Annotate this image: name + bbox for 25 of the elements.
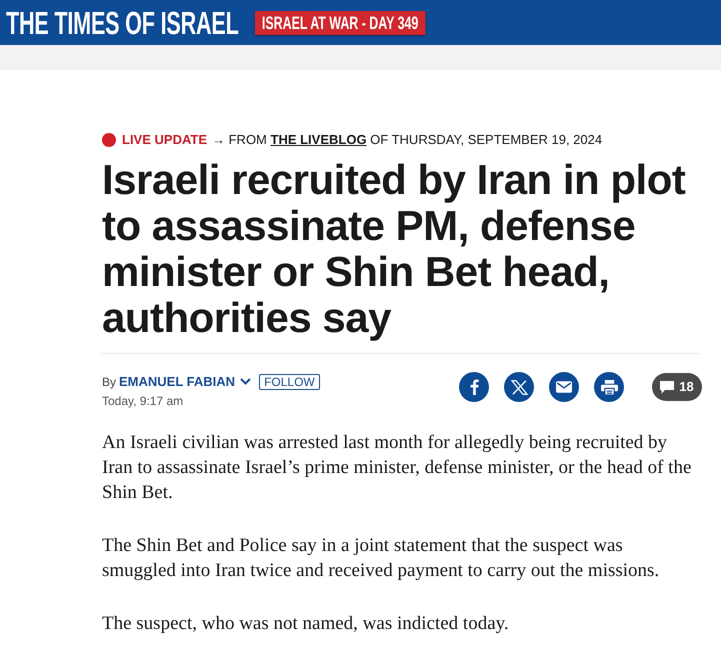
share-button[interactable] [594,372,624,402]
share-button[interactable] [459,372,489,402]
live-dot-icon [102,133,116,147]
letter-f-icon [470,379,478,395]
article-paragraph: The suspect, who was not named, was indicted today. [102,612,510,636]
liveblog-source: → FROM THE LIVEBLOG OF THURSDAY, SEPTEMBER 19, 2024 [212,131,602,150]
live-update-label: LIVE UPDATE [122,131,207,150]
site-logo[interactable]: THE TIMES OF ISRAEL [6,8,239,38]
article-paragraph: The Shin Bet and Police say in a joint statement that the suspect was smuggled into Iran twice and received payment to carry out the missions. [102,534,660,583]
article-headline: Israeli recruited by Iran in plot to assassinate PM, defense minister or Shin Bet head, authorities say [102,157,686,341]
liveblog-link[interactable]: THE LIVEBLOG [270,132,367,148]
share-button[interactable] [549,372,579,402]
printer-icon [600,380,618,394]
comments-button[interactable]: 18 [652,373,702,401]
publish-time: Today, 9:17 am [102,393,184,409]
follow-button[interactable]: FOLLOW [259,374,320,390]
byline-prefix: By [102,374,116,390]
x-letter-icon [510,380,528,394]
chevron-down-icon[interactable] [240,378,252,385]
speech-bubble-icon [660,380,674,394]
article-paragraph: An Israeli civilian was arrested last month for allegedly being recruited by Iran to assassinate Israel’s prime minister, defense minister, or the head of the Shin Bet. [102,431,692,505]
war-banner-badge[interactable]: ISRAEL AT WAR - DAY 349 [255,10,426,34]
envelope-icon [556,381,572,393]
share-button[interactable] [504,372,534,402]
author-link[interactable]: EMANUEL FABIAN [119,372,236,392]
